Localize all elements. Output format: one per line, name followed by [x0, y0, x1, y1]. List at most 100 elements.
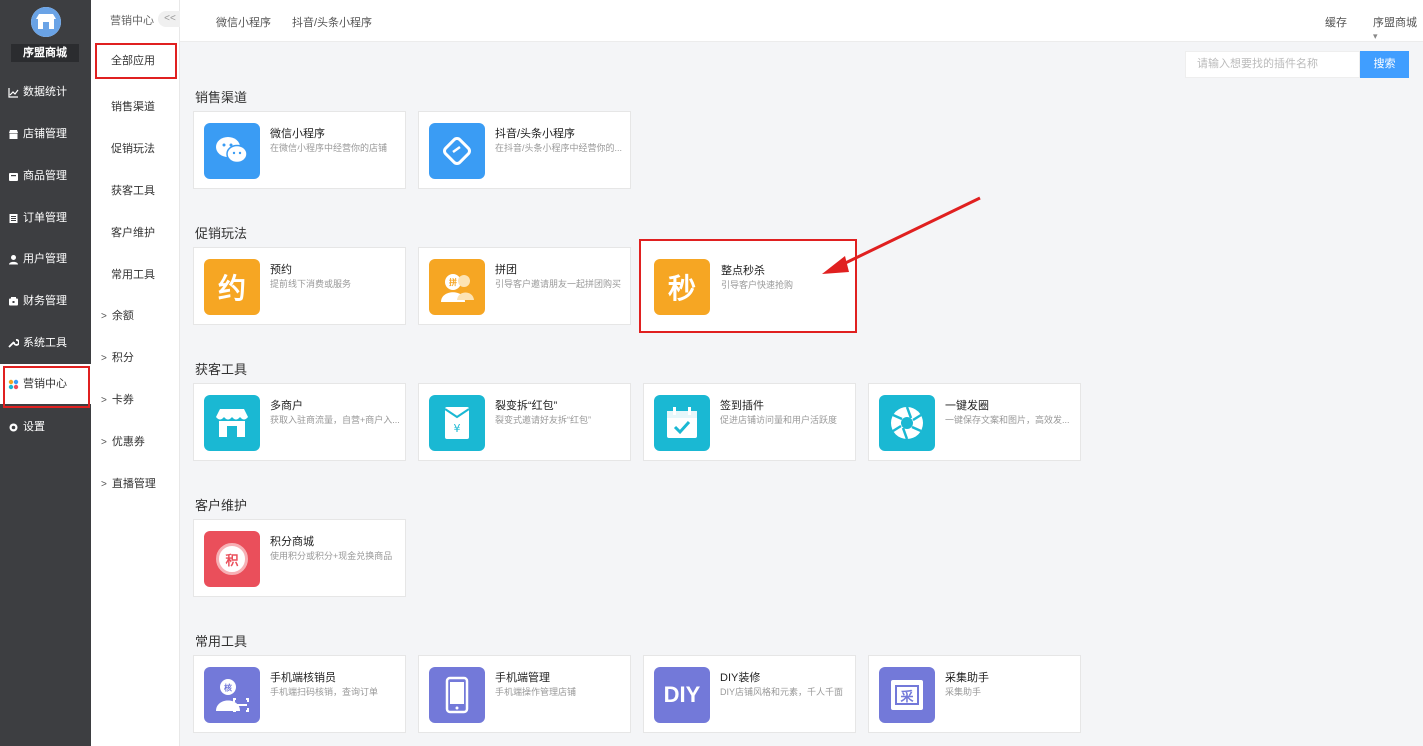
app-name: 签到插件	[720, 400, 764, 412]
tab-douyin-miniprogram[interactable]: 抖音/头条小程序	[292, 14, 372, 30]
link-icon	[429, 123, 485, 179]
sidebar-item-label: 商品管理	[23, 170, 67, 182]
sidebar-item-orders[interactable]: 订单管理	[0, 198, 91, 238]
app-card-multi-merchant[interactable]: 多商户 获取入驻商流量，自营+商户入...	[193, 383, 406, 461]
sidebar-item-marketing[interactable]: 营销中心	[0, 364, 91, 408]
booking-icon: 约	[204, 259, 260, 315]
app-card-diy[interactable]: DIY DIY装修 DIY店铺风格和元素，千人千面	[643, 655, 856, 733]
app-card-group-buy[interactable]: 拼 拼团 引导客户邀请朋友一起拼团购买	[418, 247, 631, 325]
sidebar-item-stats[interactable]: 数据统计	[0, 72, 91, 112]
app-desc: 促进店铺访问量和用户活跃度	[720, 415, 838, 425]
app-desc: 在微信小程序中经营你的店铺	[270, 143, 388, 153]
sidebar-item-label: 系统工具	[23, 337, 67, 349]
wechat-icon	[204, 123, 260, 179]
marketing-icon	[8, 379, 19, 390]
subnav-group-label: 积分	[111, 352, 134, 364]
svg-text:拼: 拼	[449, 277, 457, 287]
collector-icon: 采	[879, 667, 935, 723]
section-title-sales-channel: 销售渠道	[195, 90, 248, 105]
subnav-item-all-apps[interactable]: 全部应用	[95, 43, 177, 79]
user-menu[interactable]: 序盟商城 ▾	[1373, 14, 1423, 42]
points-icon: 积	[204, 531, 260, 587]
phone-icon	[429, 667, 485, 723]
tab-wechat-miniprogram[interactable]: 微信小程序	[216, 14, 271, 30]
sidebar-item-goods[interactable]: 商品管理	[0, 156, 91, 196]
collapse-button[interactable]: <<	[158, 11, 182, 27]
subnav-item-retention[interactable]: 客户维护	[111, 224, 155, 240]
app-card-moments[interactable]: 一键发圈 一键保存文案和图片，高效发...	[868, 383, 1081, 461]
app-card-booking[interactable]: 约 预约 提前线下消费或服务	[193, 247, 406, 325]
subnav-group-cards[interactable]: > 卡券	[101, 391, 134, 407]
subnav-group-live[interactable]: > 直播管理	[101, 475, 156, 491]
app-desc: 手机端扫码核销，查询订单	[270, 687, 379, 697]
app-name: 一键发圈	[945, 400, 989, 412]
subnav-group-points[interactable]: > 积分	[101, 349, 134, 365]
app-card-mobile-manage[interactable]: 手机端管理 手机端操作管理店铺	[418, 655, 631, 733]
sidebar-item-label: 订单管理	[23, 212, 67, 224]
gear-icon	[8, 422, 19, 433]
order-icon	[8, 213, 19, 224]
subnav-item-common-tools[interactable]: 常用工具	[111, 266, 155, 282]
app-desc: 引导客户快速抢购	[721, 280, 794, 290]
app-desc: 手机端操作管理店铺	[495, 687, 577, 697]
app-desc: 获取入驻商流量，自营+商户入...	[270, 415, 400, 425]
subnav-item-sales-channel[interactable]: 销售渠道	[111, 98, 155, 114]
app-name: 手机端核销员	[270, 672, 336, 684]
app-card-collector[interactable]: 采 采集助手 采集助手	[868, 655, 1081, 733]
chevron-right-icon: >	[101, 395, 107, 406]
sub-navigation: 营销中心 << 全部应用 销售渠道 促销玩法 获客工具 客户维护 常用工具 > 余…	[91, 0, 182, 746]
cache-button[interactable]: 缓存	[1325, 14, 1347, 30]
app-desc: DIY店铺风格和元素，千人千面	[720, 687, 844, 697]
redpacket-icon: ¥	[429, 395, 485, 451]
verifier-icon: 核	[204, 667, 260, 723]
subnav-group-coupons[interactable]: > 优惠券	[101, 433, 145, 449]
store-name: 序盟商城	[11, 44, 79, 62]
main-content: 请输入想要找的插件名称 搜索 销售渠道 微信小程序 在微信小程序中经营你的店铺 …	[180, 42, 1423, 746]
calendar-icon	[654, 395, 710, 451]
subnav-group-balance[interactable]: > 余额	[101, 307, 134, 323]
app-card-wechat[interactable]: 微信小程序 在微信小程序中经营你的店铺	[193, 111, 406, 189]
subnav-item-acquisition[interactable]: 获客工具	[111, 182, 155, 198]
aperture-icon	[879, 395, 935, 451]
app-card-red-packet[interactable]: ¥ 裂变拆“红包” 裂变式邀请好友拆“红包”	[418, 383, 631, 461]
app-card-points-mall[interactable]: 积 积分商城 使用积分或积分+现金兑换商品	[193, 519, 406, 597]
subnav-item-promotions[interactable]: 促销玩法	[111, 140, 155, 156]
app-card-douyin[interactable]: 抖音/头条小程序 在抖音/头条小程序中经营你的...	[418, 111, 631, 189]
app-name: 裂变拆“红包”	[495, 400, 558, 412]
sidebar-item-finance[interactable]: 财务管理	[0, 281, 91, 321]
logo-area: 序盟商城	[0, 0, 91, 66]
section-title-promotions: 促销玩法	[195, 226, 248, 241]
main-sidebar: 序盟商城 数据统计 店铺管理 商品管理 订单管理 用户管理 财务管理 系统工具 …	[0, 0, 91, 746]
chevron-right-icon: >	[101, 437, 107, 448]
sidebar-item-tools[interactable]: 系统工具	[0, 323, 91, 363]
sidebar-item-users[interactable]: 用户管理	[0, 239, 91, 279]
app-card-check-in[interactable]: 签到插件 促进店铺访问量和用户活跃度	[643, 383, 856, 461]
app-name: 积分商城	[270, 536, 314, 548]
wrench-icon	[8, 338, 19, 349]
section-title-common-tools: 常用工具	[195, 634, 248, 649]
subnav-title: 营销中心	[110, 15, 154, 27]
diy-icon: DIY	[654, 667, 710, 723]
app-desc: 引导客户邀请朋友一起拼团购买	[495, 279, 622, 289]
sidebar-item-label: 数据统计	[23, 86, 67, 98]
app-desc: 在抖音/头条小程序中经营你的...	[495, 143, 623, 153]
app-card-mobile-verifier[interactable]: 核 手机端核销员 手机端扫码核销，查询订单	[193, 655, 406, 733]
sidebar-item-label: 设置	[23, 421, 45, 433]
app-desc: 裂变式邀请好友拆“红包”	[495, 415, 591, 425]
collector-glyph: 采	[895, 685, 919, 705]
app-card-flash-sale[interactable]: 秒 整点秒杀 引导客户快速抢购	[639, 239, 857, 333]
app-name: 微信小程序	[270, 128, 325, 140]
points-glyph: 积	[216, 543, 248, 575]
svg-text:¥: ¥	[454, 422, 461, 435]
svg-text:核: 核	[224, 683, 232, 693]
sidebar-item-store[interactable]: 店铺管理	[0, 114, 91, 154]
plugin-search-input[interactable]: 请输入想要找的插件名称	[1185, 51, 1360, 78]
search-button[interactable]: 搜索	[1360, 51, 1409, 78]
sidebar-item-settings[interactable]: 设置	[0, 407, 91, 447]
app-name: 预约	[270, 264, 292, 276]
chevron-down-icon: ▾	[1373, 31, 1378, 41]
subnav-group-label: 直播管理	[111, 478, 156, 490]
user-name: 序盟商城	[1373, 17, 1417, 29]
app-desc: 一键保存文案和图片，高效发...	[945, 415, 1070, 425]
store-logo-icon[interactable]	[31, 7, 61, 37]
